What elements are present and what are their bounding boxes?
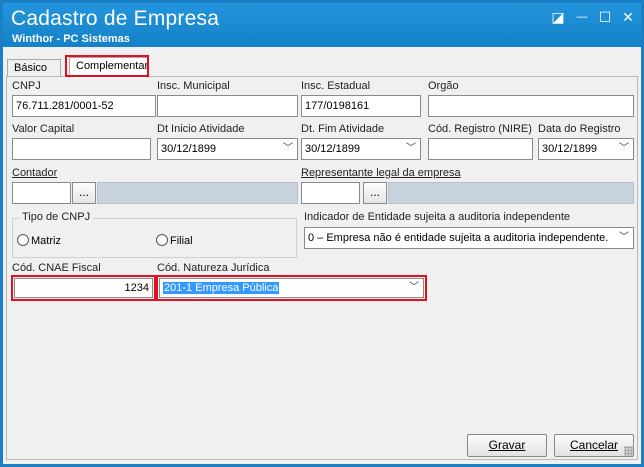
- representante-code-input[interactable]: [301, 182, 360, 204]
- valor-capital-label: Valor Capital: [12, 123, 75, 135]
- window-title: Cadastro de Empresa: [11, 7, 220, 30]
- natureza-label: Cód. Natureza Jurídica: [157, 262, 270, 274]
- dt-inicio-datepicker[interactable]: 30/12/1899 ﹀: [157, 138, 298, 160]
- data-registro-datepicker[interactable]: 30/12/1899 ﹀: [538, 138, 634, 160]
- contador-lookup-button[interactable]: ...: [72, 182, 96, 204]
- insc-estadual-label: Insc. Estadual: [301, 80, 371, 92]
- dt-fim-value: 30/12/1899: [305, 143, 361, 155]
- orgao-input[interactable]: [428, 95, 634, 117]
- radio-circle[interactable]: [17, 234, 29, 246]
- cnpj-input[interactable]: 76.711.281/0001-52: [12, 95, 156, 117]
- client-area: Básico Complementar CNPJ 76.711.281/0001…: [3, 47, 641, 464]
- contador-label: Contador: [12, 167, 58, 179]
- indicador-value: 0 – Empresa não é entidade sujeita a aud…: [308, 232, 609, 244]
- maximize-icon[interactable]: ☐: [596, 9, 614, 25]
- highlight-tab: [65, 55, 149, 77]
- radio-filial[interactable]: Filial: [156, 234, 193, 247]
- insc-municipal-input[interactable]: [157, 95, 298, 117]
- tab-basico[interactable]: Básico: [7, 59, 61, 77]
- valor-capital-input[interactable]: [12, 138, 151, 160]
- dt-inicio-label: Dt Inicio Atividade: [157, 123, 245, 135]
- dt-fim-datepicker[interactable]: 30/12/1899 ﹀: [301, 138, 421, 160]
- title-bar[interactable]: Cadastro de Empresa Winthor - PC Sistema…: [3, 3, 641, 47]
- minimize-icon[interactable]: —: [573, 9, 591, 25]
- cnpj-label: CNPJ: [12, 80, 41, 92]
- resize-grip-icon[interactable]: [624, 446, 634, 456]
- radio-matriz[interactable]: Matriz: [17, 234, 61, 247]
- highlight-cnae: [11, 275, 156, 301]
- representante-label: Representante legal da empresa: [301, 167, 461, 179]
- cod-registro-input[interactable]: [428, 138, 533, 160]
- indicador-dropdown[interactable]: 0 – Empresa não é entidade sujeita a aud…: [304, 227, 634, 249]
- radio-filial-label: Filial: [170, 235, 193, 247]
- insc-municipal-label: Insc. Municipal: [157, 80, 230, 92]
- window-subtitle: Winthor - PC Sistemas: [12, 33, 130, 45]
- indicador-label: Indicador de Entidade sujeita a auditori…: [304, 211, 571, 223]
- close-icon[interactable]: ✕: [619, 9, 637, 25]
- restore-icon[interactable]: ◪: [549, 9, 567, 25]
- window: Cadastro de Empresa Winthor - PC Sistema…: [0, 0, 644, 467]
- cnae-label: Cód. CNAE Fiscal: [12, 262, 101, 274]
- gravar-button[interactable]: Gravar: [467, 434, 547, 457]
- chevron-down-icon[interactable]: ﹀: [281, 139, 295, 159]
- dt-inicio-value: 30/12/1899: [161, 143, 217, 155]
- insc-estadual-input[interactable]: 177/0198161: [301, 95, 421, 117]
- chevron-down-icon[interactable]: ﹀: [404, 139, 418, 159]
- chevron-down-icon[interactable]: ﹀: [617, 139, 631, 159]
- cancelar-button[interactable]: Cancelar: [554, 434, 634, 457]
- data-registro-value: 30/12/1899: [542, 143, 598, 155]
- chevron-down-icon[interactable]: ﹀: [617, 228, 631, 248]
- data-registro-label: Data do Registro: [538, 123, 621, 135]
- representante-lookup-button[interactable]: ...: [363, 182, 387, 204]
- radio-matriz-label: Matriz: [31, 235, 61, 247]
- contador-code-input[interactable]: [12, 182, 71, 204]
- cod-registro-label: Cód. Registro (NIRE): [428, 123, 532, 135]
- orgao-label: Orgão: [428, 80, 459, 92]
- contador-description: [97, 182, 298, 204]
- radio-circle[interactable]: [156, 234, 168, 246]
- tipo-cnpj-label: Tipo de CNPJ: [19, 211, 94, 223]
- highlight-natureza: [156, 275, 427, 301]
- tab-panel-complementar: CNPJ 76.711.281/0001-52 Insc. Municipal …: [6, 76, 638, 460]
- dt-fim-label: Dt. Fim Atividade: [301, 123, 385, 135]
- representante-description: [388, 182, 634, 204]
